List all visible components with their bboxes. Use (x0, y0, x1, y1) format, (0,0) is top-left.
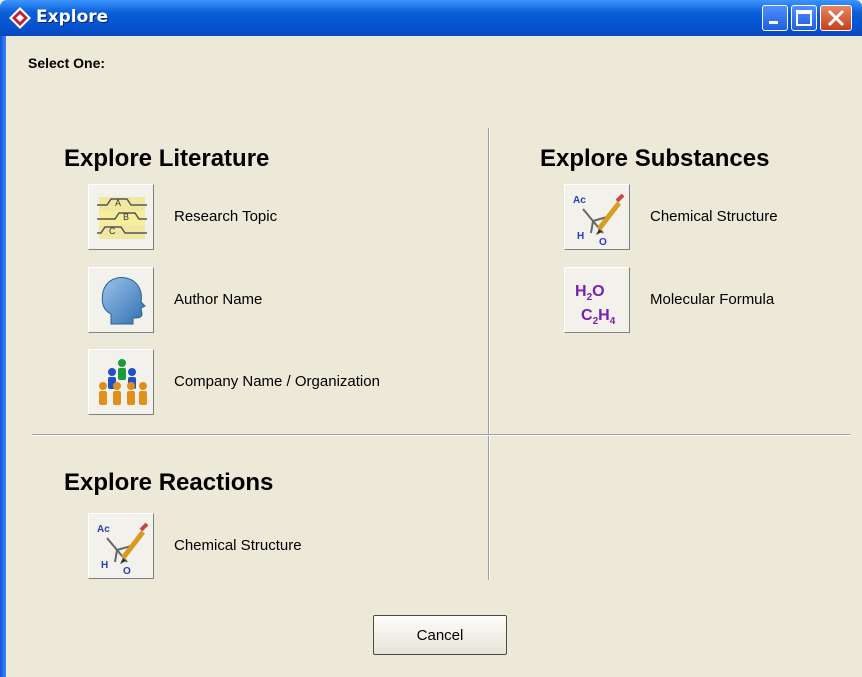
title-bar: Explore (0, 0, 862, 36)
maximize-button[interactable] (791, 5, 817, 31)
reaction-chemical-structure-button[interactable]: Ac H O (88, 513, 154, 579)
cancel-button[interactable]: Cancel (373, 615, 507, 655)
molecular-formula-icon: H2O C2H4 (575, 283, 616, 327)
substance-chemical-structure-button[interactable]: Ac H O (564, 184, 630, 250)
research-topic-icon: A B C (97, 197, 147, 239)
explore-reactions-title: Explore Reactions (64, 469, 274, 496)
close-button[interactable] (820, 5, 852, 31)
svg-text:C2H4: C2H4 (581, 307, 616, 327)
minimize-button[interactable] (762, 5, 788, 31)
tab-b-text: B (123, 212, 129, 222)
chemical-structure-icon: Ac H O (573, 193, 625, 247)
chem-label-o: O (123, 566, 131, 576)
company-name-button[interactable] (88, 349, 154, 415)
reaction-chemical-structure-label: Chemical Structure (174, 537, 302, 554)
close-icon (827, 9, 845, 27)
chem-label-h: H (577, 231, 584, 242)
window-title: Explore (36, 7, 109, 27)
chemical-structure-icon: Ac H O (97, 522, 149, 576)
tab-a-text: A (115, 198, 121, 208)
research-topic-label: Research Topic (174, 208, 278, 225)
molecular-formula-label: Molecular Formula (650, 291, 775, 308)
window-frame (0, 36, 6, 677)
tab-c-text: C (109, 226, 116, 236)
explore-window: Explore Select One: Explore Literature A… (0, 0, 862, 677)
company-name-label: Company Name / Organization (174, 373, 380, 390)
svg-text:H2O: H2O (575, 283, 605, 303)
explore-literature-title: Explore Literature (64, 145, 270, 172)
author-head-icon (101, 277, 146, 325)
substance-chemical-structure-label: Chemical Structure (650, 208, 778, 225)
app-diamond-icon (9, 7, 31, 29)
minimize-icon (769, 21, 778, 24)
horizontal-divider (32, 434, 850, 436)
chem-label-ac: Ac (573, 195, 586, 206)
vertical-divider (488, 128, 490, 580)
explore-substances-title: Explore Substances (540, 145, 770, 172)
company-people-icon (99, 359, 147, 405)
author-name-button[interactable] (88, 267, 154, 333)
chem-label-o: O (599, 237, 607, 247)
maximize-icon (796, 10, 812, 26)
molecular-formula-button[interactable]: H2O C2H4 (564, 267, 630, 333)
research-topic-button[interactable]: A B C (88, 184, 154, 250)
author-name-label: Author Name (174, 291, 263, 308)
chem-label-ac: Ac (97, 524, 110, 535)
select-one-label: Select One: (28, 55, 106, 71)
chem-label-h: H (101, 560, 108, 571)
